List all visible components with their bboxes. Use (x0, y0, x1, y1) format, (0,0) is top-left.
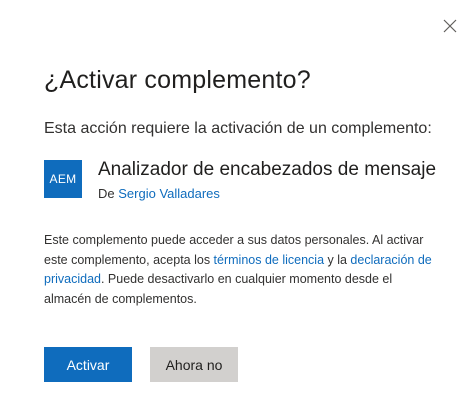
license-terms-link[interactable]: términos de licencia (214, 253, 324, 267)
privacy-description: Este complemento puede acceder a sus dat… (44, 231, 440, 309)
dialog-title: ¿Activar complemento? (44, 66, 311, 94)
description-text-2: y la (324, 252, 351, 267)
addin-author-link[interactable]: Sergio Valladares (118, 186, 220, 201)
activate-button[interactable]: Activar (44, 347, 132, 382)
addin-summary: AEM Analizador de encabezados de mensaje… (44, 158, 436, 202)
addin-author: De Sergio Valladares (98, 186, 436, 202)
close-button[interactable] (436, 12, 464, 40)
activate-addin-dialog: ¿Activar complemento? Esta acción requie… (0, 0, 474, 420)
not-now-button[interactable]: Ahora no (150, 347, 238, 382)
addin-author-prefix: De (98, 186, 115, 201)
addin-logo: AEM (44, 160, 82, 198)
addin-logo-text: AEM (49, 172, 77, 186)
addin-info: Analizador de encabezados de mensaje De … (98, 158, 436, 202)
dialog-actions: Activar Ahora no (44, 347, 238, 382)
addin-name: Analizador de encabezados de mensaje (98, 159, 437, 180)
close-icon (443, 19, 457, 33)
dialog-subtitle: Esta acción requiere la activación de un… (44, 120, 432, 137)
